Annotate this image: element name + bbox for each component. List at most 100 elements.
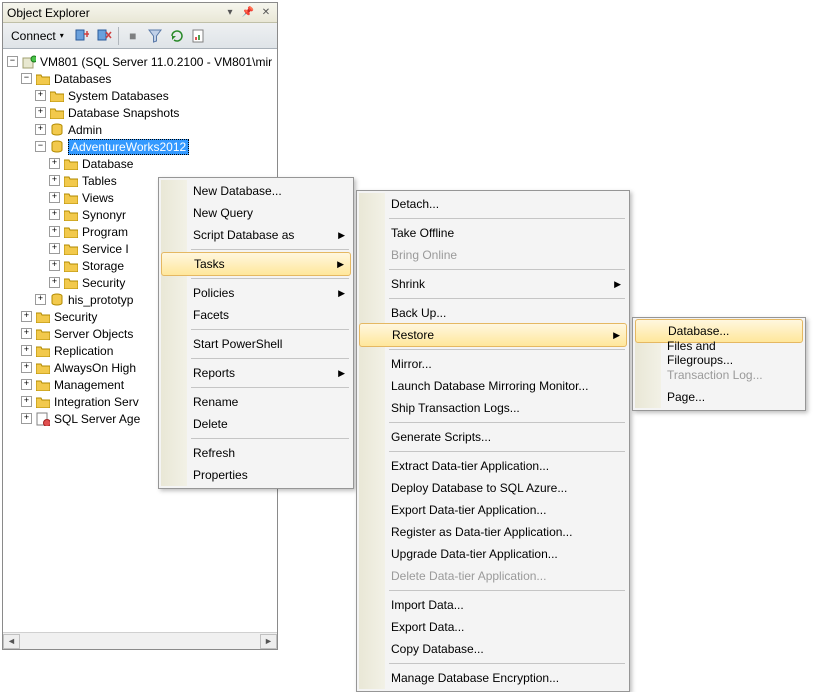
menu-mirror[interactable]: Mirror... bbox=[359, 353, 627, 375]
menu-launch-mirroring[interactable]: Launch Database Mirroring Monitor... bbox=[359, 375, 627, 397]
menu-shrink[interactable]: Shrink▶ bbox=[359, 273, 627, 295]
menu-delete-dac: Delete Data-tier Application... bbox=[359, 565, 627, 587]
expand-icon[interactable]: + bbox=[21, 362, 32, 373]
menu-new-database[interactable]: New Database... bbox=[161, 180, 351, 202]
expand-icon[interactable]: + bbox=[49, 226, 60, 237]
filter-icon[interactable] bbox=[147, 28, 163, 44]
expand-icon[interactable]: + bbox=[49, 175, 60, 186]
menu-separator bbox=[191, 329, 349, 330]
menu-bring-online: Bring Online bbox=[359, 244, 627, 266]
menu-ship-txlogs[interactable]: Ship Transaction Logs... bbox=[359, 397, 627, 419]
close-icon[interactable]: ✕ bbox=[259, 6, 273, 20]
folder-icon bbox=[35, 394, 51, 410]
tree-sysdb[interactable]: + System Databases bbox=[3, 87, 277, 104]
scroll-right-icon[interactable]: ► bbox=[260, 634, 277, 649]
expand-icon[interactable]: + bbox=[49, 277, 60, 288]
expand-icon[interactable]: + bbox=[49, 243, 60, 254]
tree-adventureworks[interactable]: − AdventureWorks2012 bbox=[3, 138, 277, 155]
folder-icon bbox=[35, 360, 51, 376]
menu-copy-database[interactable]: Copy Database... bbox=[359, 638, 627, 660]
menu-backup[interactable]: Back Up... bbox=[359, 302, 627, 324]
menu-properties[interactable]: Properties bbox=[161, 464, 351, 486]
menu-restore-files[interactable]: Files and Filegroups... bbox=[635, 342, 803, 364]
menu-export-dac[interactable]: Export Data-tier Application... bbox=[359, 499, 627, 521]
expand-icon[interactable]: + bbox=[21, 379, 32, 390]
tree-aw-dbd[interactable]: +Database bbox=[3, 155, 277, 172]
menu-separator bbox=[191, 438, 349, 439]
expand-icon[interactable]: + bbox=[21, 413, 32, 424]
submenu-arrow-icon: ▶ bbox=[338, 362, 345, 384]
expand-icon[interactable]: + bbox=[49, 260, 60, 271]
submenu-arrow-icon: ▶ bbox=[338, 224, 345, 246]
expand-icon[interactable]: + bbox=[21, 311, 32, 322]
pin-icon[interactable]: 📌 bbox=[241, 6, 255, 20]
menu-new-query[interactable]: New Query bbox=[161, 202, 351, 224]
menu-separator bbox=[389, 422, 625, 423]
menu-rename[interactable]: Rename bbox=[161, 391, 351, 413]
horizontal-scrollbar[interactable]: ◄ ► bbox=[3, 632, 277, 649]
menu-upgrade-dac[interactable]: Upgrade Data-tier Application... bbox=[359, 543, 627, 565]
tree-server[interactable]: − VM801 (SQL Server 11.0.2100 - VM801\mi… bbox=[3, 53, 277, 70]
restore-submenu: Database... Files and Filegroups... Tran… bbox=[632, 317, 806, 411]
menu-export-data[interactable]: Export Data... bbox=[359, 616, 627, 638]
menu-manage-encryption[interactable]: Manage Database Encryption... bbox=[359, 667, 627, 689]
expand-icon[interactable]: + bbox=[21, 345, 32, 356]
expand-icon[interactable]: + bbox=[49, 209, 60, 220]
expand-icon[interactable]: + bbox=[49, 158, 60, 169]
database-icon bbox=[49, 122, 65, 138]
databases-label: Databases bbox=[54, 72, 111, 86]
menu-separator bbox=[389, 298, 625, 299]
tree-databases[interactable]: − Databases bbox=[3, 70, 277, 87]
folder-icon bbox=[63, 241, 79, 257]
menu-start-powershell[interactable]: Start PowerShell bbox=[161, 333, 351, 355]
report-icon[interactable] bbox=[191, 28, 207, 44]
connect-server-icon[interactable] bbox=[74, 28, 90, 44]
menu-generate-scripts[interactable]: Generate Scripts... bbox=[359, 426, 627, 448]
menu-separator bbox=[191, 358, 349, 359]
collapse-icon[interactable]: − bbox=[35, 141, 46, 152]
menu-facets[interactable]: Facets bbox=[161, 304, 351, 326]
tree-admin[interactable]: + Admin bbox=[3, 121, 277, 138]
menu-script-database[interactable]: Script Database as▶ bbox=[161, 224, 351, 246]
menu-detach[interactable]: Detach... bbox=[359, 193, 627, 215]
expand-icon[interactable]: + bbox=[35, 107, 46, 118]
disconnect-server-icon[interactable] bbox=[96, 28, 112, 44]
expand-icon[interactable]: + bbox=[21, 396, 32, 407]
expand-icon[interactable]: + bbox=[35, 124, 46, 135]
server-label: VM801 (SQL Server 11.0.2100 - VM801\mir bbox=[40, 55, 272, 69]
menu-delete[interactable]: Delete bbox=[161, 413, 351, 435]
expand-icon[interactable]: + bbox=[35, 90, 46, 101]
menu-restore[interactable]: Restore▶ bbox=[359, 323, 627, 347]
folder-icon bbox=[35, 343, 51, 359]
menu-tasks[interactable]: Tasks▶ bbox=[161, 252, 351, 276]
menu-import-data[interactable]: Import Data... bbox=[359, 594, 627, 616]
menu-reports[interactable]: Reports▶ bbox=[161, 362, 351, 384]
menu-separator bbox=[389, 590, 625, 591]
menu-restore-page[interactable]: Page... bbox=[635, 386, 803, 408]
menu-take-offline[interactable]: Take Offline bbox=[359, 222, 627, 244]
scroll-left-icon[interactable]: ◄ bbox=[3, 634, 20, 649]
tasks-submenu: Detach... Take Offline Bring Online Shri… bbox=[356, 190, 630, 692]
panel-titlebar[interactable]: Object Explorer ▾ 📌 ✕ bbox=[3, 3, 277, 23]
connect-button[interactable]: Connect ▾ bbox=[7, 27, 68, 45]
refresh-icon[interactable] bbox=[169, 28, 185, 44]
menu-extract-dac[interactable]: Extract Data-tier Application... bbox=[359, 455, 627, 477]
dropdown-icon[interactable]: ▾ bbox=[223, 6, 237, 20]
folder-icon bbox=[35, 377, 51, 393]
expand-icon[interactable]: + bbox=[49, 192, 60, 203]
folder-icon bbox=[49, 88, 65, 104]
expand-icon[interactable]: + bbox=[21, 328, 32, 339]
menu-deploy-azure[interactable]: Deploy Database to SQL Azure... bbox=[359, 477, 627, 499]
menu-register-dac[interactable]: Register as Data-tier Application... bbox=[359, 521, 627, 543]
collapse-icon[interactable]: − bbox=[21, 73, 32, 84]
stop-icon: ■ bbox=[125, 28, 141, 44]
database-icon bbox=[49, 292, 65, 308]
menu-refresh[interactable]: Refresh bbox=[161, 442, 351, 464]
expand-icon[interactable]: + bbox=[35, 294, 46, 305]
menu-policies[interactable]: Policies▶ bbox=[161, 282, 351, 304]
collapse-icon[interactable]: − bbox=[7, 56, 18, 67]
folder-icon bbox=[63, 258, 79, 274]
folder-icon bbox=[63, 190, 79, 206]
adventureworks-label: AdventureWorks2012 bbox=[68, 139, 189, 155]
tree-dbsnap[interactable]: + Database Snapshots bbox=[3, 104, 277, 121]
